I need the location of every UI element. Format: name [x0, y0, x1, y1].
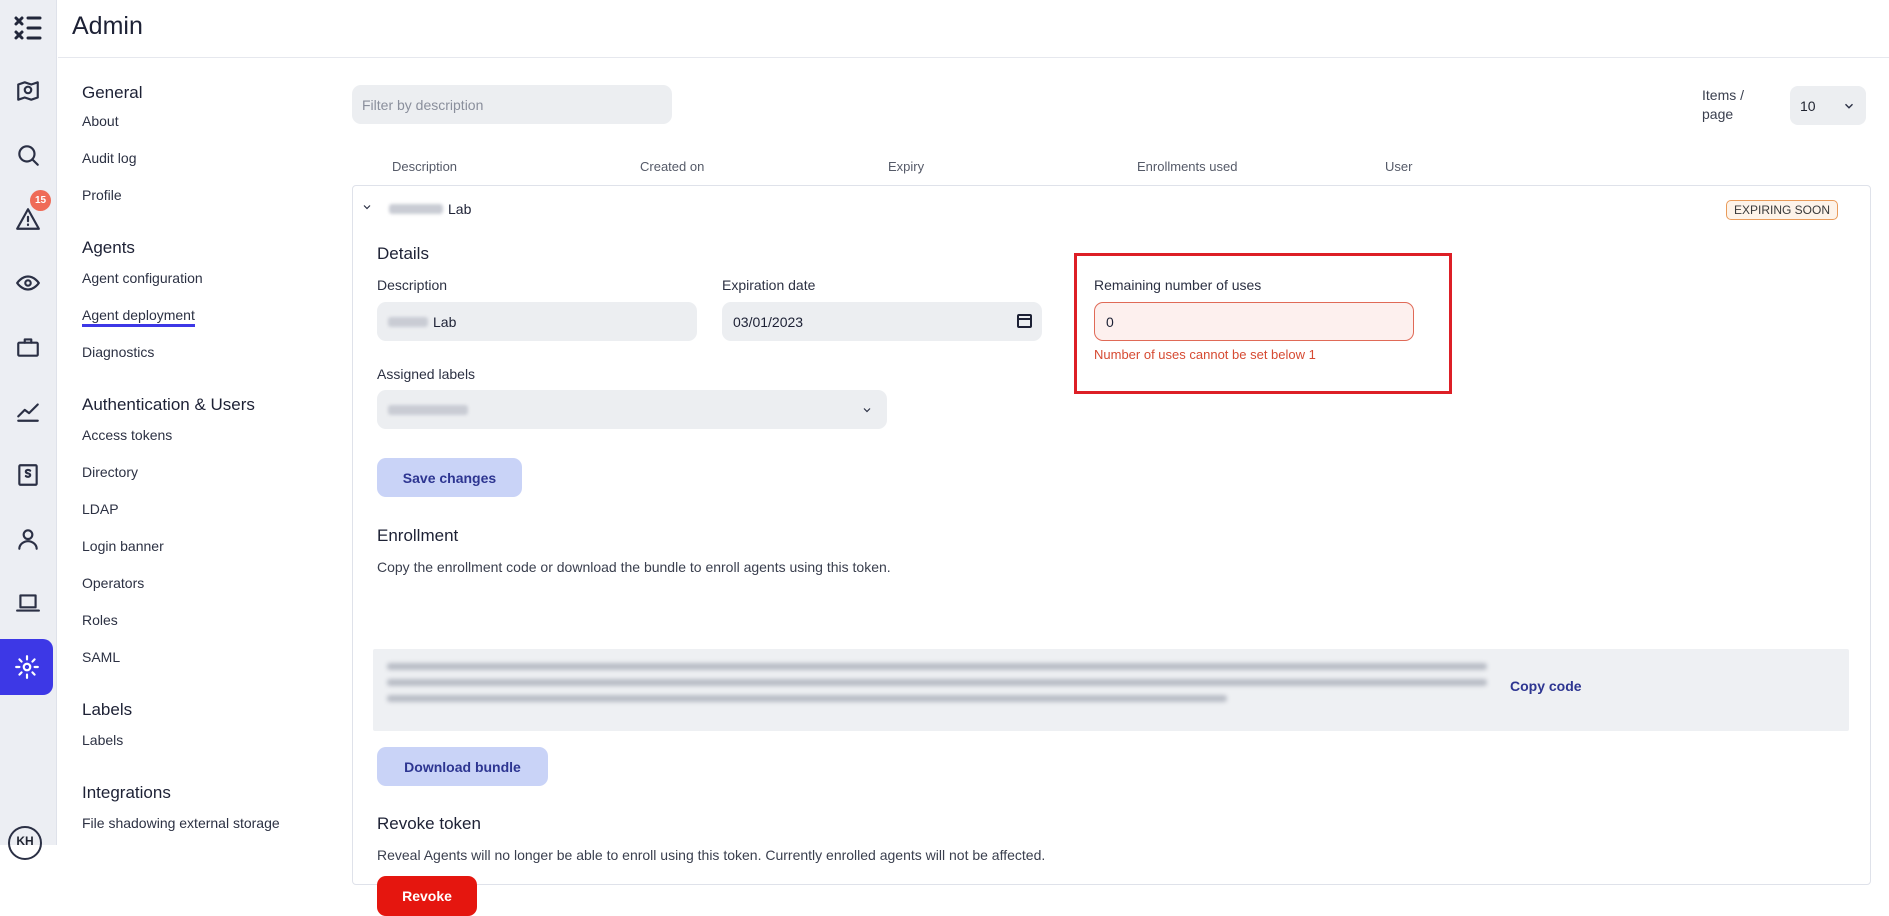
- redacted-labels: [388, 404, 468, 415]
- nav-item-saml[interactable]: SAML: [82, 649, 120, 665]
- enrollment-code-block[interactable]: Copy code: [373, 649, 1849, 731]
- enrollment-description: Copy the enrollment code or download the…: [377, 559, 891, 575]
- description-value: Lab: [433, 313, 457, 330]
- details-heading: Details: [377, 244, 429, 263]
- column-expiry[interactable]: Expiry: [888, 159, 924, 174]
- status-badge: EXPIRING SOON: [1725, 200, 1838, 220]
- download-bundle-button[interactable]: Download bundle: [377, 747, 548, 786]
- settings-nav: General About Audit log Profile Agents A…: [58, 59, 310, 845]
- nav-item-diagnostics[interactable]: Diagnostics: [82, 344, 154, 360]
- nav-section-general: General: [82, 83, 143, 102]
- remaining-uses-value: 0: [1106, 313, 1114, 330]
- expiration-label: Expiration date: [722, 277, 816, 293]
- items-per-page-value: 10: [1800, 97, 1816, 114]
- icon-rail: 15 KH: [0, 0, 57, 860]
- main-content: Filter by description Items / page 10 De…: [326, 59, 1889, 916]
- column-description[interactable]: Description: [392, 159, 457, 174]
- legal-icon[interactable]: [8, 455, 48, 495]
- search-icon[interactable]: [8, 135, 48, 175]
- token-card: Lab EXPIRING SOON Details Description La…: [352, 185, 1871, 916]
- remaining-uses-field[interactable]: 0: [1094, 302, 1414, 341]
- enrollment-heading: Enrollment: [377, 526, 459, 545]
- chevron-down-icon: [861, 403, 873, 419]
- gear-icon[interactable]: [0, 639, 53, 695]
- nav-item-directory[interactable]: Directory: [82, 464, 138, 480]
- chart-icon[interactable]: [8, 391, 48, 431]
- nav-section-integrations: Integrations: [82, 783, 171, 802]
- redacted-enrollment-code: [387, 663, 1487, 711]
- page-header: Admin: [58, 0, 1889, 58]
- avatar[interactable]: KH: [8, 826, 42, 860]
- revoke-button[interactable]: Revoke: [377, 876, 477, 916]
- description-label: Description: [377, 277, 448, 293]
- copy-code-button[interactable]: Copy code: [1510, 678, 1582, 694]
- nav-item-agent-deployment[interactable]: Agent deployment: [82, 307, 195, 327]
- nav-item-operators[interactable]: Operators: [82, 575, 144, 591]
- revoke-description: Reveal Agents will no longer be able to …: [377, 847, 1046, 863]
- nav-item-profile[interactable]: Profile: [82, 187, 122, 203]
- chevron-down-icon: [1845, 103, 1853, 109]
- assigned-labels-label: Assigned labels: [377, 366, 476, 382]
- nav-item-access-tokens[interactable]: Access tokens: [82, 427, 172, 443]
- assigned-labels-select[interactable]: [377, 390, 887, 429]
- revoke-heading: Revoke token: [377, 814, 481, 833]
- token-title-suffix: Lab: [448, 201, 472, 217]
- remaining-uses-label: Remaining number of uses: [1094, 277, 1262, 293]
- nav-item-ldap[interactable]: LDAP: [82, 501, 119, 517]
- nav-section-agents: Agents: [82, 238, 135, 257]
- items-per-page-select[interactable]: 10: [1790, 86, 1866, 125]
- nav-item-file-shadowing[interactable]: File shadowing external storage: [82, 815, 280, 831]
- nav-item-login-banner[interactable]: Login banner: [82, 538, 164, 554]
- expiration-date-field[interactable]: 03/01/2023: [722, 302, 1042, 341]
- redacted-name: [389, 204, 443, 214]
- nav-item-agent-configuration[interactable]: Agent configuration: [82, 270, 203, 286]
- token-title: Lab: [389, 201, 471, 217]
- nav-item-about[interactable]: About: [82, 113, 119, 129]
- column-user[interactable]: User: [1385, 159, 1412, 174]
- table-header: Description Created on Expiry Enrollment…: [326, 159, 1889, 179]
- user-icon[interactable]: [8, 519, 48, 559]
- description-field[interactable]: Lab: [377, 302, 697, 341]
- nav-item-labels[interactable]: Labels: [82, 732, 123, 748]
- logo-mark: [14, 16, 42, 40]
- nav-item-audit-log[interactable]: Audit log: [82, 150, 136, 166]
- eye-icon[interactable]: [8, 263, 48, 303]
- alert-count-badge: 15: [30, 190, 51, 211]
- column-created-on[interactable]: Created on: [640, 159, 704, 174]
- laptop-icon[interactable]: [8, 583, 48, 623]
- logo-icon[interactable]: [8, 8, 48, 48]
- expiration-value: 03/01/2023: [733, 313, 804, 330]
- calendar-icon[interactable]: [1017, 314, 1032, 328]
- redacted-description: [388, 316, 428, 327]
- collapse-chevron-icon[interactable]: [361, 200, 373, 212]
- nav-item-roles[interactable]: Roles: [82, 612, 118, 628]
- filter-input[interactable]: Filter by description: [352, 85, 672, 124]
- briefcase-icon[interactable]: [8, 327, 48, 367]
- column-enrollments-used[interactable]: Enrollments used: [1137, 159, 1237, 174]
- map-icon[interactable]: [8, 71, 48, 111]
- nav-section-authentication: Authentication & Users: [82, 395, 255, 414]
- remaining-uses-error: Number of uses cannot be set below 1: [1094, 347, 1316, 362]
- save-changes-button[interactable]: Save changes: [377, 458, 522, 497]
- items-per-page-label: Items / page: [1702, 87, 1745, 122]
- nav-section-labels: Labels: [82, 700, 133, 719]
- page-title: Admin: [72, 12, 143, 40]
